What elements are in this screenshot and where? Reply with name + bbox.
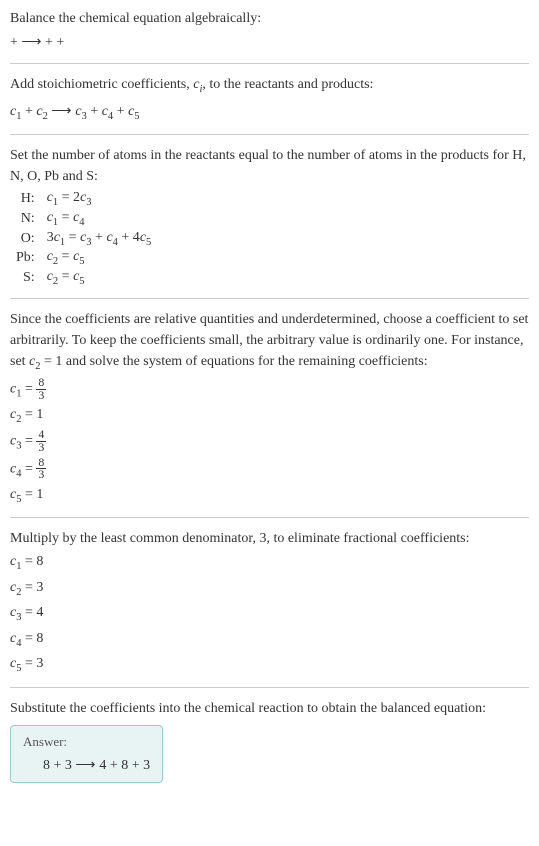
eq: = 1: [21, 407, 43, 422]
coef-line: c3 = 43: [10, 429, 529, 454]
coef: 8: [43, 758, 50, 773]
intro-lhs: +: [10, 35, 21, 50]
coef-line: c4 = 83: [10, 457, 529, 482]
divider: [10, 63, 529, 64]
eq: =: [65, 230, 80, 245]
answer-label: Answer:: [23, 734, 150, 750]
choose-section: Since the coefficients are relative quan…: [10, 309, 529, 507]
answer-equation: 8 + 3 ⟶ 4 + 8 + 3: [23, 756, 150, 774]
plus: +: [92, 230, 107, 245]
atom-label: S:: [12, 268, 43, 288]
eq: =: [58, 249, 73, 264]
atom-eq: 3c1 = c3 + c4 + 4c5: [43, 229, 156, 249]
intro-rhs: + +: [45, 35, 64, 50]
atom-eq: c1 = 2c3: [43, 189, 156, 209]
choose-text2: = 1 and solve the system of equations fo…: [41, 354, 428, 369]
coef: 4: [99, 758, 106, 773]
eq: =: [21, 434, 36, 449]
c4-sub: 4: [108, 110, 113, 121]
denominator: 3: [36, 469, 46, 481]
stoich-section: Add stoichiometric coefficients, ci, to …: [10, 74, 529, 124]
plus: +: [25, 104, 36, 119]
eq: = 1: [21, 487, 43, 502]
val: = 3: [21, 580, 43, 595]
val: = 8: [21, 631, 43, 646]
fraction: 43: [36, 429, 46, 454]
coef-line: c5 = 3: [10, 653, 529, 677]
plus: + 8: [110, 758, 128, 773]
coef-line: c2 = 3: [10, 577, 529, 601]
table-row: N: c1 = c4: [12, 209, 155, 229]
divider: [10, 687, 529, 688]
divider: [10, 134, 529, 135]
eq: =: [21, 381, 36, 396]
arrow-icon: ⟶: [21, 33, 41, 49]
fraction: 83: [36, 377, 46, 402]
denominator: 3: [36, 442, 46, 454]
atom-label: N:: [12, 209, 43, 229]
atom-eq: c1 = c4: [43, 209, 156, 229]
intro-line1: Balance the chemical equation algebraica…: [10, 8, 529, 29]
arrow-icon: ⟶: [51, 102, 75, 118]
table-row: O: 3c1 = c3 + c4 + 4c5: [12, 229, 155, 249]
atoms-section: Set the number of atoms in the reactants…: [10, 145, 529, 288]
arrow-icon: ⟶: [75, 756, 99, 772]
multiply-text: Multiply by the least common denominator…: [10, 528, 529, 549]
multiply-section: Multiply by the least common denominator…: [10, 528, 529, 677]
substitute-text: Substitute the coefficients into the che…: [10, 698, 529, 719]
sub: 4: [79, 217, 84, 228]
coef-line: c2 = 1: [10, 404, 529, 428]
pre: 3: [47, 230, 54, 245]
c5-sub: 5: [134, 110, 139, 121]
stoich-text: Add stoichiometric coefficients, ci, to …: [10, 74, 529, 98]
coef-line: c1 = 83: [10, 377, 529, 402]
table-row: H: c1 = 2c3: [12, 189, 155, 209]
plus: + 4: [118, 230, 140, 245]
choose-text: Since the coefficients are relative quan…: [10, 309, 529, 375]
c2-sub: 2: [43, 110, 48, 121]
stoich-text2: , to the reactants and products:: [202, 77, 373, 92]
answer-box: Answer: 8 + 3 ⟶ 4 + 8 + 3: [10, 725, 163, 783]
divider: [10, 517, 529, 518]
stoich-text1: Add stoichiometric coefficients,: [10, 77, 193, 92]
eq: =: [58, 210, 73, 225]
intro-equation: + ⟶ + +: [10, 31, 529, 53]
sub: 5: [79, 276, 84, 287]
sub: 3: [86, 197, 91, 208]
eq: = 2: [58, 190, 80, 205]
atoms-text: Set the number of atoms in the reactants…: [10, 145, 529, 187]
atom-eq: c2 = c5: [43, 248, 156, 268]
coef-line: c1 = 8: [10, 551, 529, 575]
val: = 4: [21, 605, 43, 620]
atom-label: O:: [12, 229, 43, 249]
coef-line: c3 = 4: [10, 602, 529, 626]
coef-line: c4 = 8: [10, 628, 529, 652]
plus: +: [90, 104, 101, 119]
atom-eq: c2 = c5: [43, 268, 156, 288]
substitute-section: Substitute the coefficients into the che…: [10, 698, 529, 783]
table-row: S: c2 = c5: [12, 268, 155, 288]
atoms-table: H: c1 = 2c3 N: c1 = c4 O: 3c1 = c3 + c4 …: [12, 189, 155, 288]
denominator: 3: [36, 390, 46, 402]
plus: + 3: [132, 758, 150, 773]
plus: +: [117, 104, 128, 119]
table-row: Pb: c2 = c5: [12, 248, 155, 268]
c1-sub: 1: [16, 110, 21, 121]
intro-section: Balance the chemical equation algebraica…: [10, 8, 529, 53]
val: = 3: [21, 656, 43, 671]
coef-line: c5 = 1: [10, 484, 529, 508]
eq: =: [58, 269, 73, 284]
divider: [10, 298, 529, 299]
sub: 5: [79, 256, 84, 267]
val: = 8: [21, 554, 43, 569]
atom-label: H:: [12, 189, 43, 209]
atom-label: Pb:: [12, 248, 43, 268]
fraction: 83: [36, 457, 46, 482]
stoich-equation: c1 + c2 ⟶ c3 + c4 + c5: [10, 100, 529, 125]
plus: + 3: [54, 758, 72, 773]
eq: =: [21, 461, 36, 476]
sub: 5: [146, 236, 151, 247]
c3-sub: 3: [82, 110, 87, 121]
